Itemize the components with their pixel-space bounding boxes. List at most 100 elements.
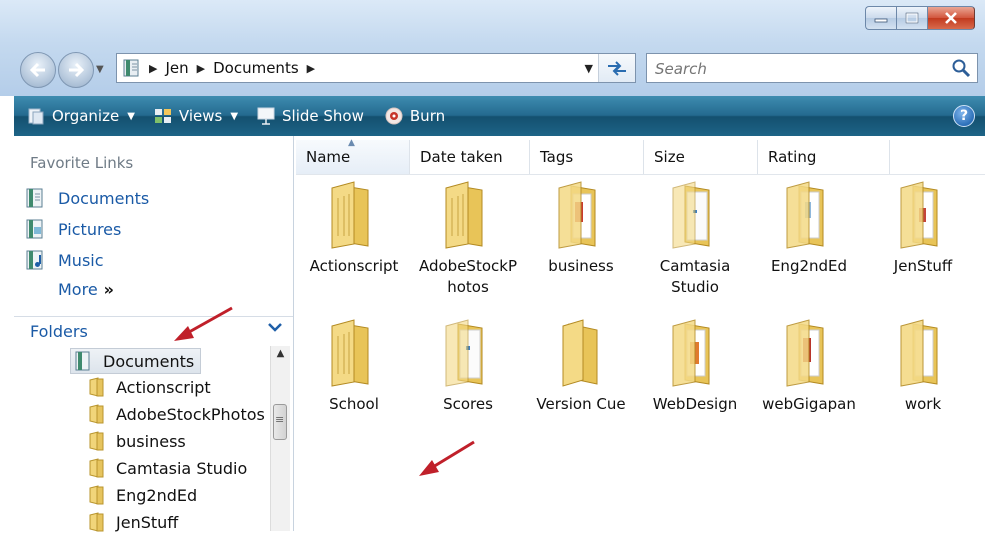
- folder-item-school[interactable]: School: [298, 316, 410, 415]
- search-box[interactable]: [646, 53, 978, 83]
- folder-icon: [89, 512, 104, 532]
- folder-item-scores[interactable]: Scores: [412, 316, 524, 415]
- folder-icon: [672, 319, 710, 387]
- tree-item-adobestockphotos[interactable]: AdobeStockPhotos: [88, 402, 265, 426]
- slideshow-button[interactable]: Slide Show: [256, 101, 364, 131]
- tree-item-actionscript[interactable]: Actionscript: [88, 375, 211, 399]
- help-icon[interactable]: ?: [953, 105, 975, 127]
- more-label: More: [58, 280, 98, 299]
- tree-item-eng2nded[interactable]: Eng2ndEd: [88, 483, 197, 507]
- address-dropdown-icon[interactable]: ▼: [585, 62, 593, 75]
- folder-item-label: Version Cue: [536, 395, 626, 413]
- window-controls: [865, 6, 975, 30]
- folder-item-label: business: [548, 257, 614, 275]
- minimize-button[interactable]: [865, 6, 896, 30]
- forward-arrow-icon: [69, 62, 85, 78]
- documents-icon: [26, 188, 43, 208]
- search-input[interactable]: [653, 57, 947, 81]
- folder-item-version-cue[interactable]: Version Cue: [525, 316, 637, 415]
- address-bar[interactable]: ▶ Jen ▶ Documents ▶ ▼: [116, 53, 636, 83]
- folder-icon: [786, 319, 824, 387]
- folders-header[interactable]: Folders: [14, 316, 293, 346]
- folder-icon: [89, 485, 104, 505]
- folder-item-label: work: [904, 395, 942, 413]
- folder-icon: [89, 404, 104, 424]
- folder-item-webgigapan[interactable]: webGigapan: [753, 316, 865, 415]
- column-header-name[interactable]: ▲ Name: [296, 138, 410, 174]
- favorite-link-documents[interactable]: Documents: [24, 186, 149, 210]
- documents-folder-icon: [123, 59, 139, 77]
- folder-item-jenstuff[interactable]: JenStuff: [867, 178, 979, 277]
- tree-item-label: Eng2ndEd: [116, 485, 198, 505]
- folder-item-camtasia-studio[interactable]: Camtasia Studio: [639, 178, 751, 298]
- column-headers: ▲ Name Date taken Tags Size Rating: [296, 138, 985, 175]
- documents-folder-icon: [75, 351, 90, 371]
- views-icon: [154, 109, 171, 123]
- search-icon[interactable]: [951, 58, 971, 78]
- navigation-pane: Favorite Links Documents Pictures Music …: [14, 136, 294, 534]
- favorite-link-pictures[interactable]: Pictures: [24, 217, 121, 241]
- folder-icon: [89, 431, 104, 451]
- back-button[interactable]: [20, 52, 56, 88]
- folder-item-eng2nded[interactable]: Eng2ndEd: [753, 178, 865, 277]
- scroll-thumb[interactable]: [273, 404, 287, 440]
- tree-item-jenstuff[interactable]: JenStuff: [88, 510, 178, 534]
- pictures-icon: [26, 219, 43, 239]
- forward-button[interactable]: [58, 52, 94, 88]
- burn-label: Burn: [409, 107, 446, 125]
- folder-item-business[interactable]: business: [525, 178, 637, 277]
- refresh-icon: [608, 61, 626, 76]
- breadcrumb-separator-icon[interactable]: ▶: [197, 62, 205, 75]
- back-arrow-icon: [29, 62, 45, 78]
- breadcrumb-documents[interactable]: Documents: [213, 59, 299, 77]
- organize-icon: [28, 108, 44, 125]
- scroll-up-icon[interactable]: ▲: [271, 348, 290, 364]
- favorite-link-music[interactable]: Music: [24, 248, 104, 272]
- recent-pages-dropdown[interactable]: ▼: [96, 64, 104, 75]
- folder-item-adobestockphotos[interactable]: AdobeStockP hotos: [412, 178, 524, 298]
- chevron-down-icon[interactable]: [267, 321, 283, 333]
- column-header-tags[interactable]: Tags: [530, 140, 644, 174]
- column-header-rating[interactable]: Rating: [758, 140, 890, 174]
- maximize-button[interactable]: [896, 6, 927, 30]
- tree-item-label: Documents: [103, 351, 195, 371]
- close-button[interactable]: [927, 6, 975, 30]
- more-chevron-icon: »: [103, 280, 115, 299]
- breadcrumb-separator-icon[interactable]: ▶: [307, 62, 315, 75]
- folder-icon: [89, 458, 104, 478]
- folder-item-label: AdobeStockP hotos: [418, 257, 517, 296]
- breadcrumb-separator-icon: ▶: [149, 61, 158, 75]
- folder-item-actionscript[interactable]: Actionscript: [298, 178, 410, 277]
- folder-tree-scrollbar[interactable]: ▲: [270, 346, 290, 531]
- folders-label: Folders: [30, 322, 88, 341]
- folder-icon: [562, 319, 598, 387]
- folder-item-label: Actionscript: [309, 257, 399, 275]
- more-links-button[interactable]: More »: [58, 280, 114, 299]
- folder-item-work[interactable]: work: [867, 316, 979, 415]
- views-dropdown-icon: ▼: [230, 110, 239, 122]
- tree-item-camtasia-studio[interactable]: Camtasia Studio: [88, 456, 247, 480]
- minimize-icon: [874, 18, 888, 23]
- tree-item-business[interactable]: business: [88, 429, 186, 453]
- tree-item-label: Actionscript: [116, 377, 211, 397]
- breadcrumb-jen[interactable]: Jen: [165, 59, 188, 77]
- favorite-link-label: Music: [58, 250, 104, 270]
- tree-item-documents[interactable]: Documents: [70, 348, 202, 374]
- explorer-window: ▼ ▶ Jen ▶ Documents ▶ ▼ Search Organize …: [0, 0, 985, 534]
- slideshow-label: Slide Show: [282, 107, 364, 125]
- column-header-label: Tags: [540, 148, 574, 166]
- maximize-icon: [905, 12, 919, 24]
- column-header-size[interactable]: Size: [644, 140, 758, 174]
- tree-item-label: AdobeStockPhotos: [116, 404, 265, 424]
- views-menu[interactable]: Views ▼: [153, 101, 244, 131]
- refresh-button[interactable]: [598, 54, 635, 82]
- folder-item-label: WebDesign: [652, 395, 738, 413]
- organize-menu[interactable]: Organize ▼: [26, 101, 141, 131]
- burn-button[interactable]: Burn: [384, 101, 445, 131]
- title-bar: ▼ ▶ Jen ▶ Documents ▶ ▼: [0, 0, 985, 96]
- organize-label: Organize: [52, 107, 120, 125]
- folder-item-webdesign[interactable]: WebDesign: [639, 316, 751, 415]
- folder-icon: [558, 181, 596, 249]
- column-header-date-taken[interactable]: Date taken: [410, 140, 530, 174]
- favorite-links-heading: Favorite Links: [30, 154, 134, 172]
